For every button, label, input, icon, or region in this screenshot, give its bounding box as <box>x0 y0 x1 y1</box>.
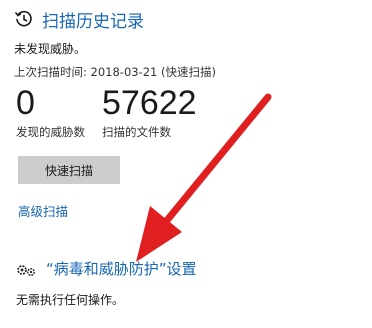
threats-count: 0 <box>16 84 35 122</box>
history-icon <box>14 10 32 27</box>
advanced-scan-link[interactable]: 高级扫描 <box>18 201 68 220</box>
files-scanned-count: 57622 <box>102 84 197 122</box>
files-scanned-label: 扫描的文件数 <box>102 125 171 139</box>
last-scan-time: 上次扫描时间: 2018-03-21 (快速扫描) <box>14 65 216 79</box>
gears-icon <box>17 265 35 276</box>
threat-status-text: 未发现威胁。 <box>14 42 87 56</box>
quick-scan-button[interactable]: 快速扫描 <box>18 156 120 184</box>
virus-threat-protection-settings-link[interactable]: “病毒和威胁防护”设置 <box>46 258 197 279</box>
scan-history-title: 扫描历史记录 <box>42 12 144 32</box>
no-action-needed-text: 无需执行任何操作。 <box>16 293 125 307</box>
threats-count-label: 发现的威胁数 <box>16 125 85 139</box>
